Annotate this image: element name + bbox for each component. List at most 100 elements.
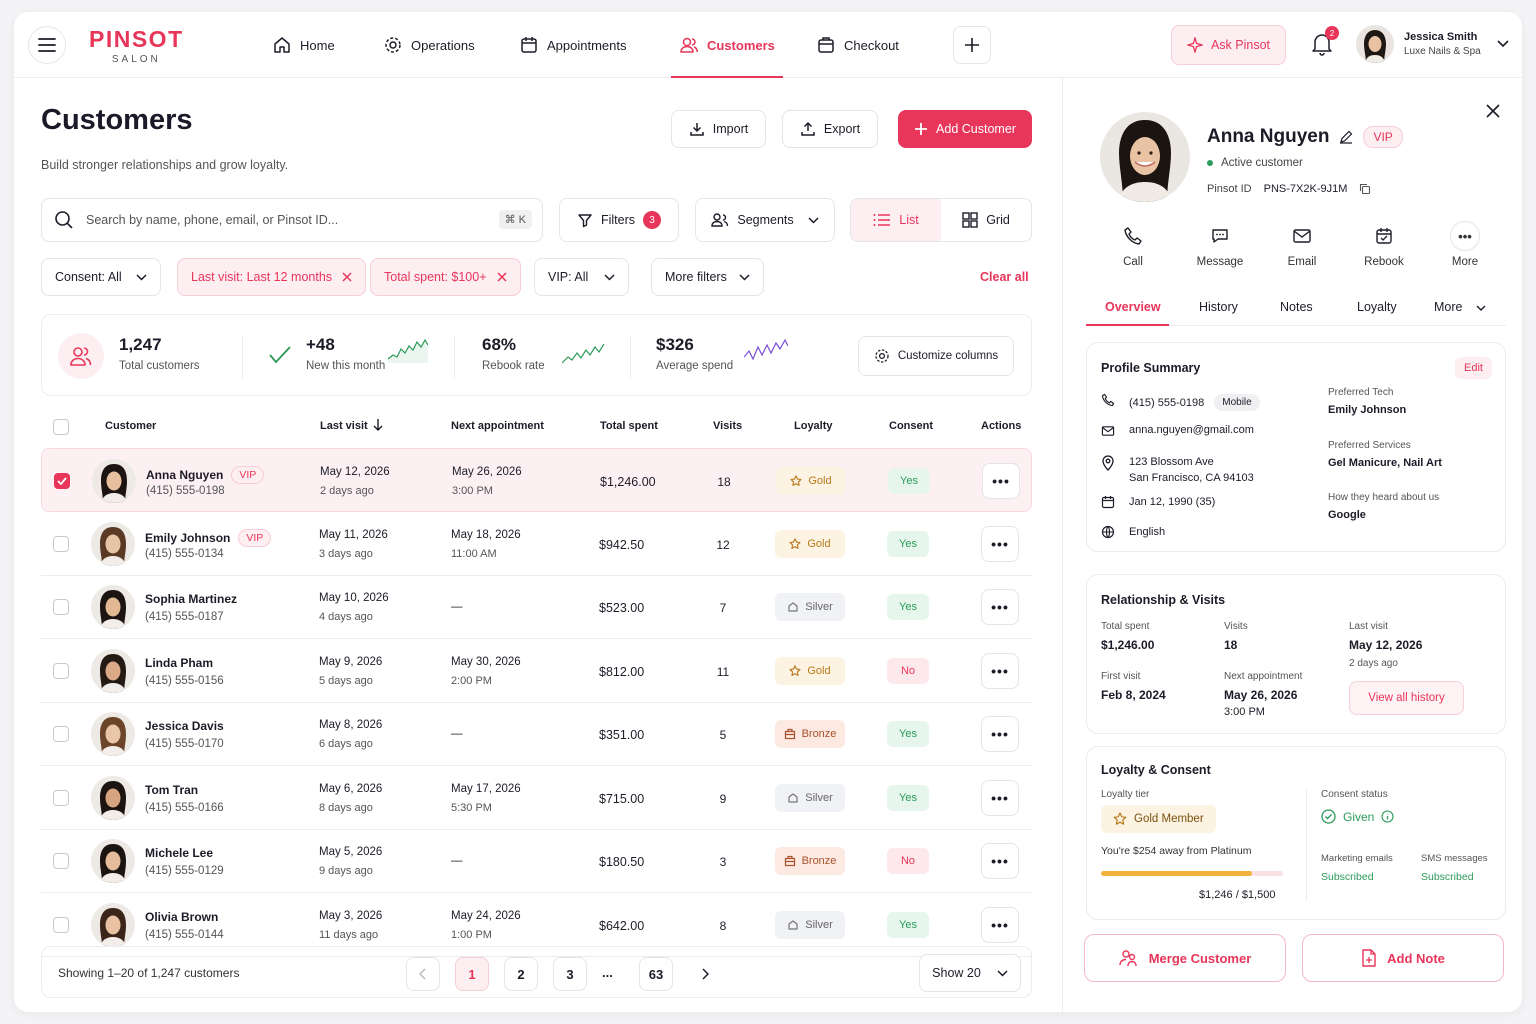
tab-history[interactable]: History	[1199, 300, 1238, 314]
table-row[interactable]: Tom Tran (415) 555-0166 May 6, 2026 8 days …	[41, 766, 1032, 830]
row-checkbox[interactable]	[53, 789, 69, 806]
import-button[interactable]: Import	[671, 110, 766, 148]
tab-loyalty[interactable]: Loyalty	[1357, 300, 1397, 314]
row-actions-button[interactable]: •••	[981, 652, 1019, 689]
add-customer-button[interactable]: Add Customer	[898, 110, 1032, 148]
customer-name[interactable]: Anna Nguyen	[146, 468, 223, 482]
export-button[interactable]: Export	[782, 110, 878, 148]
col-next-appointment[interactable]: Next appointment	[451, 420, 544, 432]
customer-name[interactable]: Michele Lee	[145, 846, 213, 860]
table-row[interactable]: Anna Nguyen VIP (415) 555-0198 May 12, 2026…	[41, 448, 1032, 512]
row-actions-button[interactable]: •••	[982, 463, 1020, 499]
page-63-button[interactable]: 63	[639, 957, 673, 991]
consent-filter[interactable]: Consent: All	[41, 258, 161, 296]
bronze-tier-icon	[784, 855, 795, 867]
merge-customer-button[interactable]: Merge Customer	[1084, 934, 1286, 982]
col-customer[interactable]: Customer	[105, 420, 156, 432]
col-total-spent[interactable]: Total spent	[600, 420, 658, 432]
grid-view-button[interactable]: Grid	[941, 199, 1031, 241]
row-checkbox[interactable]	[53, 853, 69, 869]
page-size-dropdown[interactable]: Show 20	[919, 954, 1021, 992]
language-icon	[1101, 525, 1115, 539]
table-row[interactable]: Sophia Martinez (415) 555-0187 May 10, 202…	[41, 575, 1032, 639]
page-2-button[interactable]: 2	[504, 957, 538, 991]
page-1-button[interactable]: 1	[455, 957, 489, 991]
customize-columns-button[interactable]: Customize columns	[858, 336, 1014, 376]
view-all-history-button[interactable]: View all history	[1349, 681, 1464, 715]
vip-filter[interactable]: VIP: All	[534, 258, 630, 296]
customer-name[interactable]: Tom Tran	[145, 783, 198, 797]
more-action[interactable]: ••• More	[1435, 221, 1495, 268]
row-actions-button[interactable]: •••	[981, 716, 1019, 752]
col-loyalty[interactable]: Loyalty	[794, 420, 833, 432]
copy-icon[interactable]	[1359, 183, 1371, 195]
notifications-button[interactable]: 2	[1311, 26, 1339, 59]
close-icon[interactable]	[342, 272, 352, 282]
row-checkbox[interactable]	[53, 599, 69, 615]
edit-icon[interactable]	[1339, 130, 1353, 144]
nav-home[interactable]: Home	[272, 12, 335, 78]
col-last-visit[interactable]: Last visit	[320, 420, 368, 432]
loyalty-tier-label: Gold	[807, 537, 831, 550]
tab-more[interactable]: More	[1434, 300, 1462, 314]
row-checkbox[interactable]	[53, 726, 69, 742]
clear-all-link[interactable]: Clear all	[980, 270, 1029, 284]
nav-customers[interactable]: Customers	[671, 12, 783, 78]
row-actions-button[interactable]: •••	[981, 589, 1019, 625]
nav-checkout[interactable]: Checkout	[816, 12, 899, 78]
row-actions-button[interactable]: •••	[981, 843, 1019, 879]
customer-name[interactable]: Sophia Martinez	[145, 592, 237, 606]
top-bar: PINSOT SALON Home Operations Appointment…	[14, 12, 1522, 78]
search-input[interactable]	[86, 213, 486, 227]
table-row[interactable]: Jessica Davis (415) 555-0170 May 8, 2026 6 …	[41, 702, 1032, 766]
profile-email[interactable]: anna.nguyen@gmail.com	[1129, 424, 1254, 436]
row-actions-button[interactable]: •••	[981, 779, 1019, 816]
chevron-down-icon	[1497, 40, 1509, 48]
row-checkbox[interactable]	[53, 662, 69, 679]
sort-down-icon[interactable]	[372, 418, 384, 432]
user-menu[interactable]: Jessica Smith Luxe Nails & Spa	[1356, 25, 1509, 63]
prev-page-button[interactable]	[406, 957, 440, 991]
tab-notes[interactable]: Notes	[1280, 300, 1313, 314]
table-row[interactable]: Michele Lee (415) 555-0129 May 5, 2026 9 da…	[41, 829, 1032, 893]
chevron-down-icon[interactable]	[1476, 305, 1486, 311]
customer-name[interactable]: Emily Johnson	[145, 531, 230, 545]
ask-pinsot-button[interactable]: Ask Pinsot	[1171, 25, 1286, 65]
list-view-button[interactable]: List	[851, 199, 941, 241]
next-page-button[interactable]	[688, 957, 722, 991]
table-row[interactable]: Emily Johnson VIP (415) 555-0134 May 11, 20…	[41, 512, 1032, 576]
row-actions-button[interactable]: •••	[981, 525, 1019, 562]
tab-overview[interactable]: Overview	[1105, 300, 1161, 314]
search-shortcut: ⌘ K	[498, 210, 532, 229]
close-icon[interactable]	[1486, 104, 1500, 118]
row-checkbox[interactable]	[54, 473, 70, 489]
page-3-button[interactable]: 3	[553, 957, 587, 991]
message-action[interactable]: Message	[1190, 224, 1250, 268]
nav-appointments[interactable]: Appointments	[519, 12, 627, 78]
last-visit-filter-chip[interactable]: Last visit: Last 12 months	[177, 258, 367, 296]
segments-dropdown[interactable]: Segments	[695, 198, 835, 242]
row-checkbox[interactable]	[53, 916, 69, 933]
filters-button[interactable]: Filters 3	[559, 198, 679, 242]
customer-name[interactable]: Jessica Davis	[145, 719, 224, 733]
row-checkbox[interactable]	[53, 535, 69, 552]
brand-logo[interactable]: PINSOT SALON	[89, 26, 184, 65]
table-row[interactable]: Linda Pham (415) 555-0156 May 9, 2026 5 day…	[41, 639, 1032, 703]
customer-name[interactable]: Olivia Brown	[145, 910, 218, 924]
total-spent-filter-chip[interactable]: Total spent: $100+	[370, 258, 521, 296]
select-all-checkbox[interactable]	[53, 419, 69, 435]
row-actions-button[interactable]: •••	[981, 906, 1019, 943]
nav-operations[interactable]: Operations	[383, 12, 475, 78]
rebook-action[interactable]: Rebook	[1354, 224, 1414, 268]
more-filters-dropdown[interactable]: More filters	[651, 258, 764, 296]
close-icon[interactable]	[496, 272, 507, 282]
call-action[interactable]: Call	[1103, 224, 1163, 268]
add-note-button[interactable]: Add Note	[1302, 934, 1504, 982]
email-action[interactable]: Email	[1272, 224, 1332, 268]
edit-profile-button[interactable]: Edit	[1455, 357, 1492, 379]
customer-name[interactable]: Linda Pham	[145, 656, 213, 670]
quick-add-button[interactable]	[953, 26, 991, 64]
info-icon[interactable]	[1381, 810, 1394, 823]
menu-button[interactable]	[28, 26, 66, 64]
col-visits[interactable]: Visits	[713, 420, 742, 432]
